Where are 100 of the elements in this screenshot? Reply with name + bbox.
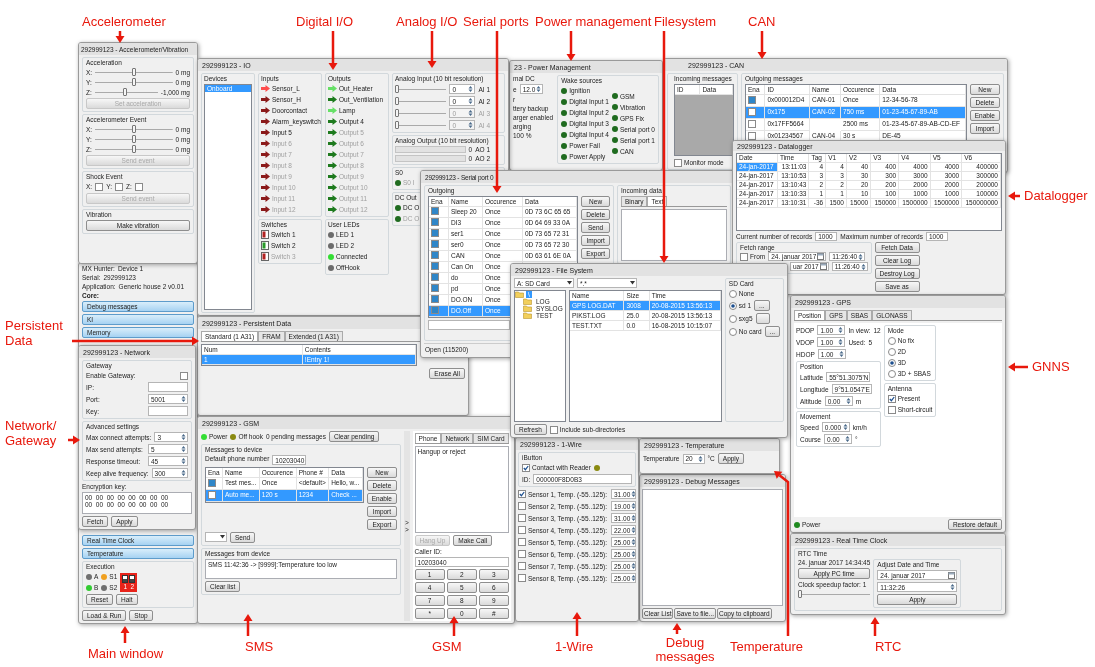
checkbox[interactable]: [518, 526, 526, 534]
text-area[interactable]: [642, 489, 783, 606]
checkbox[interactable]: [518, 490, 526, 498]
input-field[interactable]: [205, 532, 227, 542]
pointer-arrow: [115, 31, 125, 43]
slider-thumb[interactable]: [131, 78, 136, 86]
radio-button[interactable]: [887, 347, 896, 356]
input-field[interactable]: [428, 320, 510, 330]
checkbox[interactable]: [431, 306, 439, 314]
checkbox[interactable]: [740, 252, 748, 261]
pointer-arrow: [120, 626, 130, 643]
pointer-arrow: [427, 31, 437, 68]
dip-lever[interactable]: [122, 574, 129, 583]
radio-button[interactable]: [887, 336, 896, 345]
checkbox[interactable]: [180, 371, 188, 380]
checkbox[interactable]: [887, 394, 896, 403]
radio-button[interactable]: [887, 358, 896, 367]
callout-label: GSM: [432, 639, 462, 654]
slider-thumb[interactable]: [395, 85, 399, 93]
text-area[interactable]: [621, 209, 727, 261]
pointer-arrow: [672, 623, 682, 634]
input-field[interactable]: [148, 382, 188, 392]
radio-button[interactable]: [728, 314, 737, 323]
radio-button[interactable]: [887, 369, 896, 378]
slider-thumb[interactable]: [131, 145, 136, 153]
callout-label: CAN: [748, 14, 776, 29]
radio-button[interactable]: [728, 289, 737, 298]
slider-thumb[interactable]: [798, 590, 802, 598]
checkbox[interactable]: [518, 502, 526, 510]
checkbox[interactable]: [95, 182, 104, 191]
checkbox[interactable]: [431, 240, 439, 248]
slider-thumb[interactable]: [131, 125, 136, 133]
level-bar: [395, 155, 466, 162]
callout-label: Main window: [88, 646, 164, 661]
pointer-arrow: [1008, 191, 1020, 201]
callout-label: Accelerometer: [82, 14, 166, 29]
checkbox[interactable]: [208, 479, 216, 487]
input-field[interactable]: [148, 406, 188, 416]
checkbox[interactable]: [134, 182, 143, 191]
checkbox[interactable]: [748, 120, 756, 128]
pointer-arrow: [870, 617, 880, 636]
pointer-arrow: [566, 31, 576, 61]
callout-label: GNNS: [1032, 359, 1070, 374]
dip-lever[interactable]: [129, 574, 136, 583]
slider[interactable]: [395, 109, 447, 117]
callout-label: SMS: [245, 639, 274, 654]
checkbox[interactable]: [431, 262, 439, 270]
checkbox[interactable]: [518, 574, 526, 582]
pointer-arrow: [1008, 362, 1028, 372]
slider-thumb[interactable]: [395, 109, 399, 117]
checkbox[interactable]: [431, 218, 439, 226]
callout-label: Analog I/O: [396, 14, 458, 29]
slider[interactable]: [395, 85, 447, 93]
callout-label: Filesystem: [654, 14, 717, 29]
slider-thumb[interactable]: [395, 97, 399, 105]
slider[interactable]: [395, 97, 447, 105]
checkbox[interactable]: [431, 229, 439, 237]
checkbox[interactable]: [518, 538, 526, 546]
slider-thumb[interactable]: [131, 68, 136, 76]
checkbox[interactable]: [114, 182, 123, 191]
slider-thumb[interactable]: [395, 121, 399, 129]
push-button[interactable]: [755, 313, 770, 324]
checkbox[interactable]: [887, 405, 896, 414]
level-bar: [395, 146, 466, 153]
checkbox[interactable]: [518, 514, 526, 522]
checkbox[interactable]: [522, 463, 530, 472]
slider[interactable]: [395, 121, 447, 129]
pointer-arrow: [328, 31, 338, 70]
checkbox[interactable]: [208, 491, 216, 499]
checkbox[interactable]: [518, 562, 526, 570]
checkbox[interactable]: [518, 550, 526, 558]
callout-label: Power management: [535, 14, 652, 29]
callout-label: Serial ports: [463, 14, 529, 29]
radio-button[interactable]: [728, 327, 737, 336]
slider-thumb[interactable]: [131, 135, 136, 143]
callout-label: RTC: [875, 639, 902, 654]
checkbox[interactable]: [431, 251, 439, 259]
checkbox[interactable]: [674, 158, 682, 167]
toggle-switch-icon[interactable]: [261, 241, 269, 250]
callout-label: Network/ Gateway: [5, 418, 58, 448]
pointer-arrow: [757, 31, 767, 59]
checkbox[interactable]: [431, 273, 439, 281]
callout-label: Debug messages: [654, 636, 716, 664]
pointer-arrow: [449, 616, 459, 636]
checkbox[interactable]: [431, 295, 439, 303]
slider[interactable]: [798, 590, 871, 598]
callout-label: 1-Wire: [555, 639, 594, 654]
callout-label: Digital I/O: [296, 14, 354, 29]
pointer-arrow: [243, 614, 253, 636]
checkbox[interactable]: [748, 108, 756, 116]
checkbox[interactable]: [549, 425, 558, 434]
checkbox[interactable]: [431, 207, 439, 215]
checkbox[interactable]: [748, 96, 756, 104]
checkbox[interactable]: [748, 132, 756, 140]
checkbox[interactable]: [431, 284, 439, 292]
pointer-arrow: [572, 612, 582, 636]
radio-button[interactable]: [728, 301, 737, 310]
toggle-switch-icon[interactable]: [261, 230, 269, 239]
slider-thumb[interactable]: [123, 88, 128, 96]
pointer-arrow: [68, 435, 80, 445]
